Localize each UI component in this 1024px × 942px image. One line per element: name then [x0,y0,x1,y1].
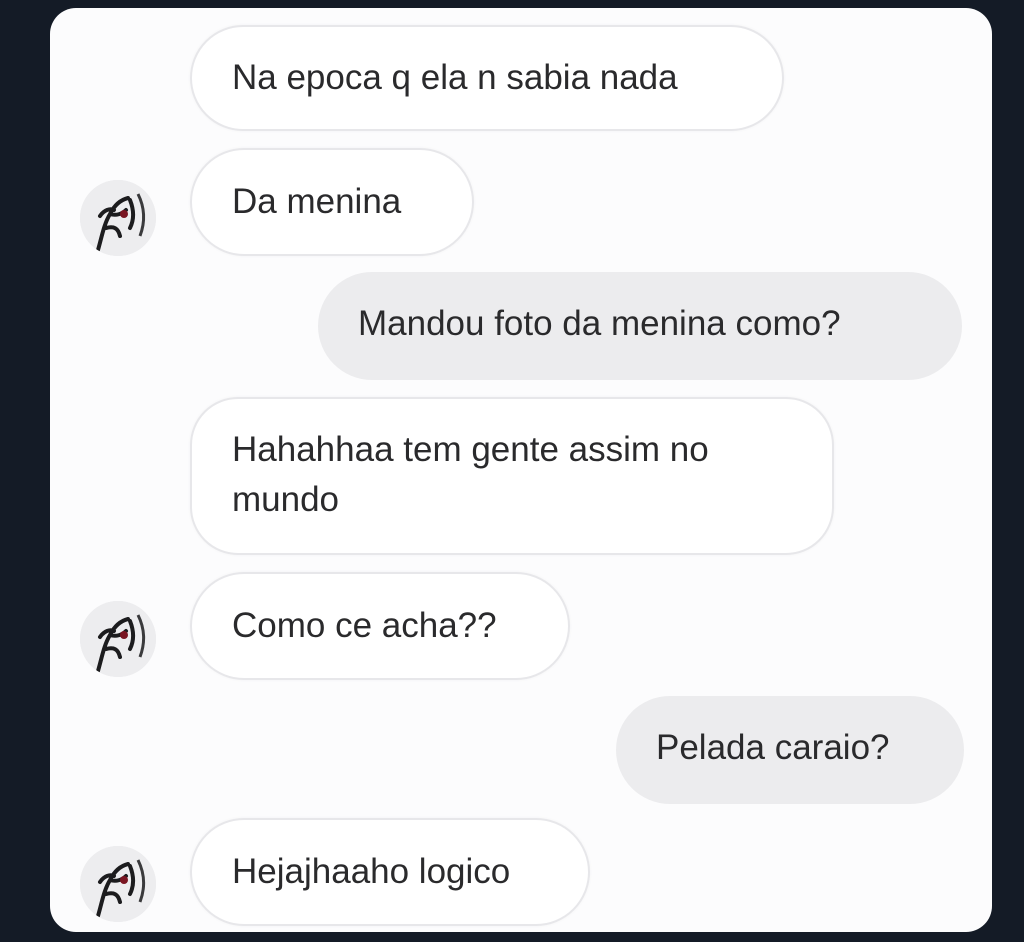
chat-thread: Na epoca q ela n sabia nada Da menina Ma… [50,8,992,932]
outgoing-message[interactable]: Pelada caraio? [616,696,964,804]
message-text: Pelada caraio? [656,728,890,767]
incoming-message[interactable]: Na epoca q ela n sabia nada [190,25,784,131]
message-text: Hejajhaaho logico [232,852,511,891]
incoming-message[interactable]: Hahahhaa tem gente assim no mundo [190,397,834,555]
contact-avatar-icon[interactable] [80,180,156,256]
contact-avatar-icon[interactable] [80,601,156,677]
message-text: Mandou foto da menina como? [358,304,841,343]
message-text: Como ce acha?? [232,606,497,645]
message-text: Na epoca q ela n sabia nada [232,58,678,97]
message-text: Hahahhaa tem gente assim no mundo [232,430,709,519]
incoming-message[interactable]: Da menina [190,148,474,256]
outgoing-message[interactable]: Mandou foto da menina como? [318,272,962,380]
contact-avatar-icon[interactable] [80,846,156,922]
incoming-message[interactable]: Hejajhaaho logico [190,818,590,926]
message-text: Da menina [232,182,402,221]
incoming-message[interactable]: Como ce acha?? [190,572,570,680]
